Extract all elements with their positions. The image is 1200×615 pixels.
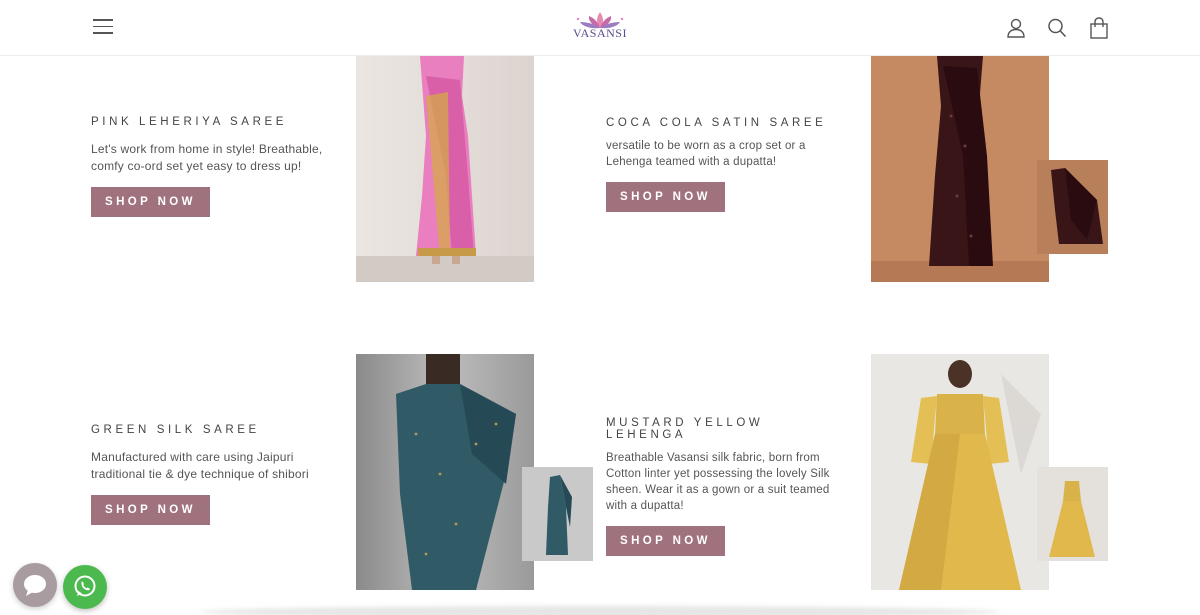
shopping-bag-icon[interactable] xyxy=(1089,17,1109,39)
product-title: PINK LEHERIYA SAREE xyxy=(91,116,288,128)
product-thumbnail-coca-cola[interactable] xyxy=(1037,160,1108,254)
chat-widget-button[interactable] xyxy=(13,563,57,607)
product-description: Breathable Vasansi silk fabric, born fro… xyxy=(606,452,830,512)
product-description: Let's work from home in style! Breathabl… xyxy=(91,142,323,173)
product-card-green-silk: GREEN SILK SAREE Manufactured with care … xyxy=(91,424,336,525)
hamburger-menu-icon[interactable] xyxy=(93,19,113,35)
chat-bubble-icon xyxy=(24,575,46,596)
product-thumbnail-mustard-yellow[interactable] xyxy=(1037,467,1108,561)
product-card-mustard-yellow: MUSTARD YELLOW LEHENGA Breathable Vasans… xyxy=(606,417,842,556)
product-thumbnail-green-silk[interactable] xyxy=(522,467,593,561)
product-description: Manufactured with care using Jaipuri tra… xyxy=(91,450,309,481)
product-image-green-silk[interactable] xyxy=(356,354,534,590)
shop-now-button[interactable]: SHOP NOW xyxy=(606,526,725,556)
product-title: MUSTARD YELLOW LEHENGA xyxy=(606,417,764,441)
logo-text: VASANSI xyxy=(573,26,627,40)
product-title: GREEN SILK SAREE xyxy=(91,424,260,436)
shop-now-button[interactable]: SHOP NOW xyxy=(606,182,725,212)
product-image-coca-cola[interactable] xyxy=(871,56,1049,282)
footer-shadow xyxy=(200,606,1000,615)
product-card-pink-leheriya: PINK LEHERIYA SAREE Let's work from home… xyxy=(91,116,336,217)
product-description: versatile to be worn as a crop set or a … xyxy=(606,140,806,168)
site-logo[interactable]: VASANSI xyxy=(568,10,632,42)
product-card-coca-cola: COCA COLA SATIN SAREE versatile to be wo… xyxy=(606,117,838,212)
shop-now-button[interactable]: SHOP NOW xyxy=(91,495,210,525)
site-header: VASANSI xyxy=(0,0,1200,56)
search-icon[interactable] xyxy=(1047,17,1067,39)
whatsapp-button[interactable] xyxy=(63,565,107,609)
shop-now-button[interactable]: SHOP NOW xyxy=(91,187,210,217)
product-title: COCA COLA SATIN SAREE xyxy=(606,117,827,129)
product-image-pink-leheriya[interactable] xyxy=(356,56,534,282)
product-image-mustard-yellow[interactable] xyxy=(871,354,1049,590)
user-icon[interactable] xyxy=(1006,17,1026,39)
whatsapp-icon xyxy=(74,575,96,597)
